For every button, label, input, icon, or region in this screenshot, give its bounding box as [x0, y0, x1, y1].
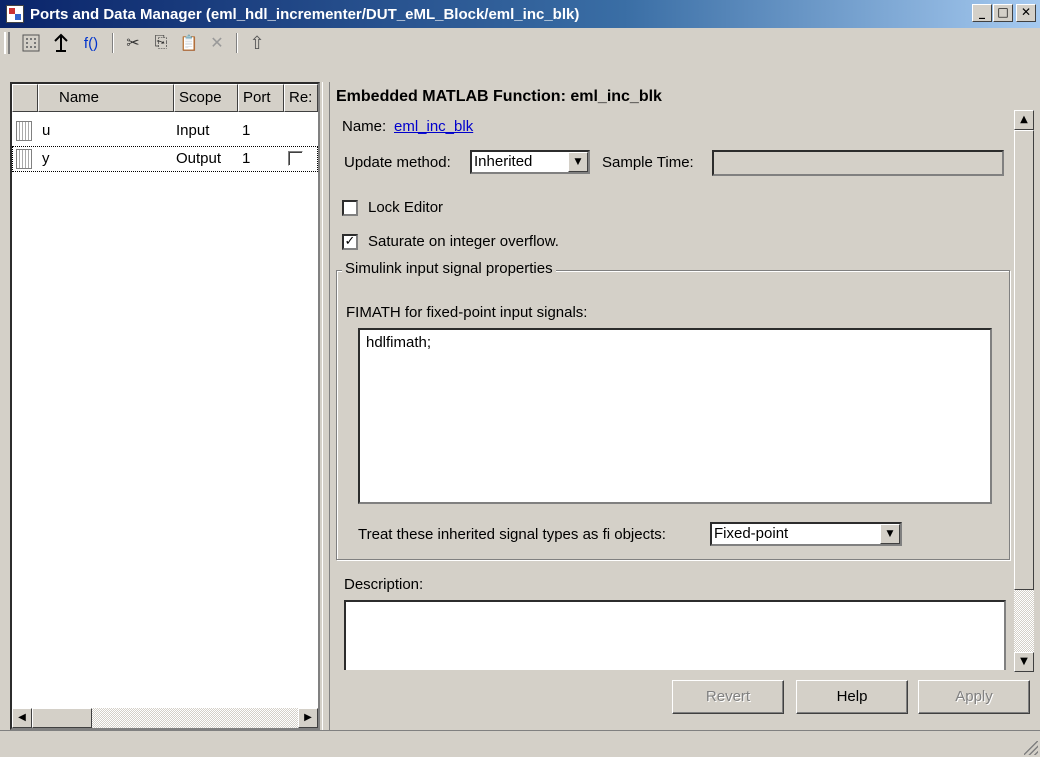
- properties-panel: Embedded MATLAB Function: eml_inc_blk Na…: [332, 82, 1014, 670]
- fimath-label: FIMATH for fixed-point input signals:: [346, 304, 588, 321]
- table-row[interactable]: u Input 1: [12, 118, 318, 144]
- scroll-down-icon[interactable]: ▼: [1014, 652, 1034, 672]
- group-title: Simulink input signal properties: [342, 260, 556, 277]
- column-header-resolve[interactable]: Re:: [284, 84, 318, 112]
- toolbar-separator: [236, 33, 238, 53]
- revert-button[interactable]: Revert: [672, 680, 784, 714]
- saturate-checkbox[interactable]: ✓: [342, 234, 358, 250]
- row-port: 1: [242, 122, 251, 139]
- row-name: y: [42, 150, 50, 167]
- horizontal-scrollbar[interactable]: ◀ ▶: [12, 708, 318, 728]
- window-controls: _ □ ✕: [971, 4, 1036, 22]
- data-grid: Name Scope Port Re: u Input 1 y Output 1…: [10, 82, 320, 730]
- column-header-port[interactable]: Port: [238, 84, 284, 112]
- scroll-up-icon[interactable]: ▲: [1014, 110, 1034, 130]
- add-function-button[interactable]: f(): [76, 31, 106, 55]
- description-label: Description:: [344, 576, 424, 593]
- data-icon: [16, 149, 32, 169]
- panel-title: Embedded MATLAB Function: eml_inc_blk: [336, 88, 662, 105]
- toolbar-grip[interactable]: [4, 32, 10, 54]
- vertical-scrollbar[interactable]: ▲ ▼: [1014, 110, 1034, 672]
- maximize-button[interactable]: □: [993, 4, 1013, 22]
- header-corner: [12, 84, 38, 112]
- update-method-label: Update method:: [344, 154, 451, 171]
- add-port-icon: [54, 33, 68, 52]
- paste-icon[interactable]: 📋: [176, 31, 202, 55]
- pane-splitter[interactable]: [322, 82, 330, 730]
- scroll-right-icon[interactable]: ▶: [298, 708, 318, 728]
- sample-time-field[interactable]: [712, 150, 1004, 176]
- row-port: 1: [242, 150, 251, 167]
- description-textarea[interactable]: [344, 600, 1006, 670]
- add-data-icon: [22, 34, 40, 52]
- cut-icon[interactable]: ✂: [120, 31, 146, 55]
- apply-button[interactable]: Apply: [918, 680, 1030, 714]
- move-up-icon[interactable]: ⇧: [244, 31, 270, 55]
- add-port-button[interactable]: [48, 31, 74, 55]
- lock-editor-label: Lock Editor: [368, 199, 444, 216]
- treat-value: Fixed-point: [714, 525, 789, 542]
- treat-select[interactable]: Fixed-point ▼: [710, 522, 902, 546]
- lock-editor-checkbox[interactable]: [342, 200, 358, 216]
- name-link[interactable]: eml_inc_blk: [394, 118, 473, 135]
- status-bar: [0, 730, 1040, 757]
- chevron-down-icon[interactable]: ▼: [568, 152, 588, 172]
- resolve-checkbox[interactable]: [288, 151, 303, 166]
- update-method-select[interactable]: Inherited ▼: [470, 150, 590, 174]
- title-bar[interactable]: Ports and Data Manager (eml_hdl_incremen…: [0, 0, 1040, 28]
- column-header-scope[interactable]: Scope: [174, 84, 238, 112]
- name-label: Name:: [342, 118, 387, 135]
- treat-label: Treat these inherited signal types as fi…: [358, 526, 666, 543]
- grid-header: Name Scope Port Re:: [12, 84, 318, 112]
- row-scope: Input: [176, 122, 210, 139]
- scroll-thumb[interactable]: [32, 708, 92, 728]
- close-button[interactable]: ✕: [1016, 4, 1036, 22]
- fimath-textarea[interactable]: hdlfimath;: [358, 328, 992, 504]
- delete-icon[interactable]: ✕: [204, 31, 230, 55]
- row-scope: Output: [176, 150, 222, 167]
- help-button[interactable]: Help: [796, 680, 908, 714]
- add-data-button[interactable]: [18, 31, 44, 55]
- toolbar-separator: [112, 33, 114, 53]
- copy-icon[interactable]: ⎘: [148, 31, 174, 55]
- saturate-label: Saturate on integer overflow.: [368, 233, 559, 250]
- scroll-left-icon[interactable]: ◀: [12, 708, 32, 728]
- window-title: Ports and Data Manager (eml_hdl_incremen…: [30, 5, 580, 23]
- app-icon: [6, 5, 24, 23]
- minimize-button[interactable]: _: [972, 4, 992, 22]
- scroll-thumb[interactable]: [1014, 130, 1034, 590]
- column-header-name[interactable]: Name: [38, 84, 174, 112]
- update-method-value: Inherited: [474, 153, 533, 170]
- sample-time-label: Sample Time:: [602, 154, 694, 171]
- row-name: u: [42, 122, 51, 139]
- chevron-down-icon[interactable]: ▼: [880, 524, 900, 544]
- resize-grip-icon[interactable]: [1024, 741, 1038, 755]
- table-row[interactable]: y Output 1: [12, 146, 318, 172]
- toolbar: f() ✂ ⎘ 📋 ✕ ⇧: [0, 28, 1040, 84]
- ports-and-data-manager-window: Ports and Data Manager (eml_hdl_incremen…: [0, 0, 1040, 757]
- data-icon: [16, 121, 32, 141]
